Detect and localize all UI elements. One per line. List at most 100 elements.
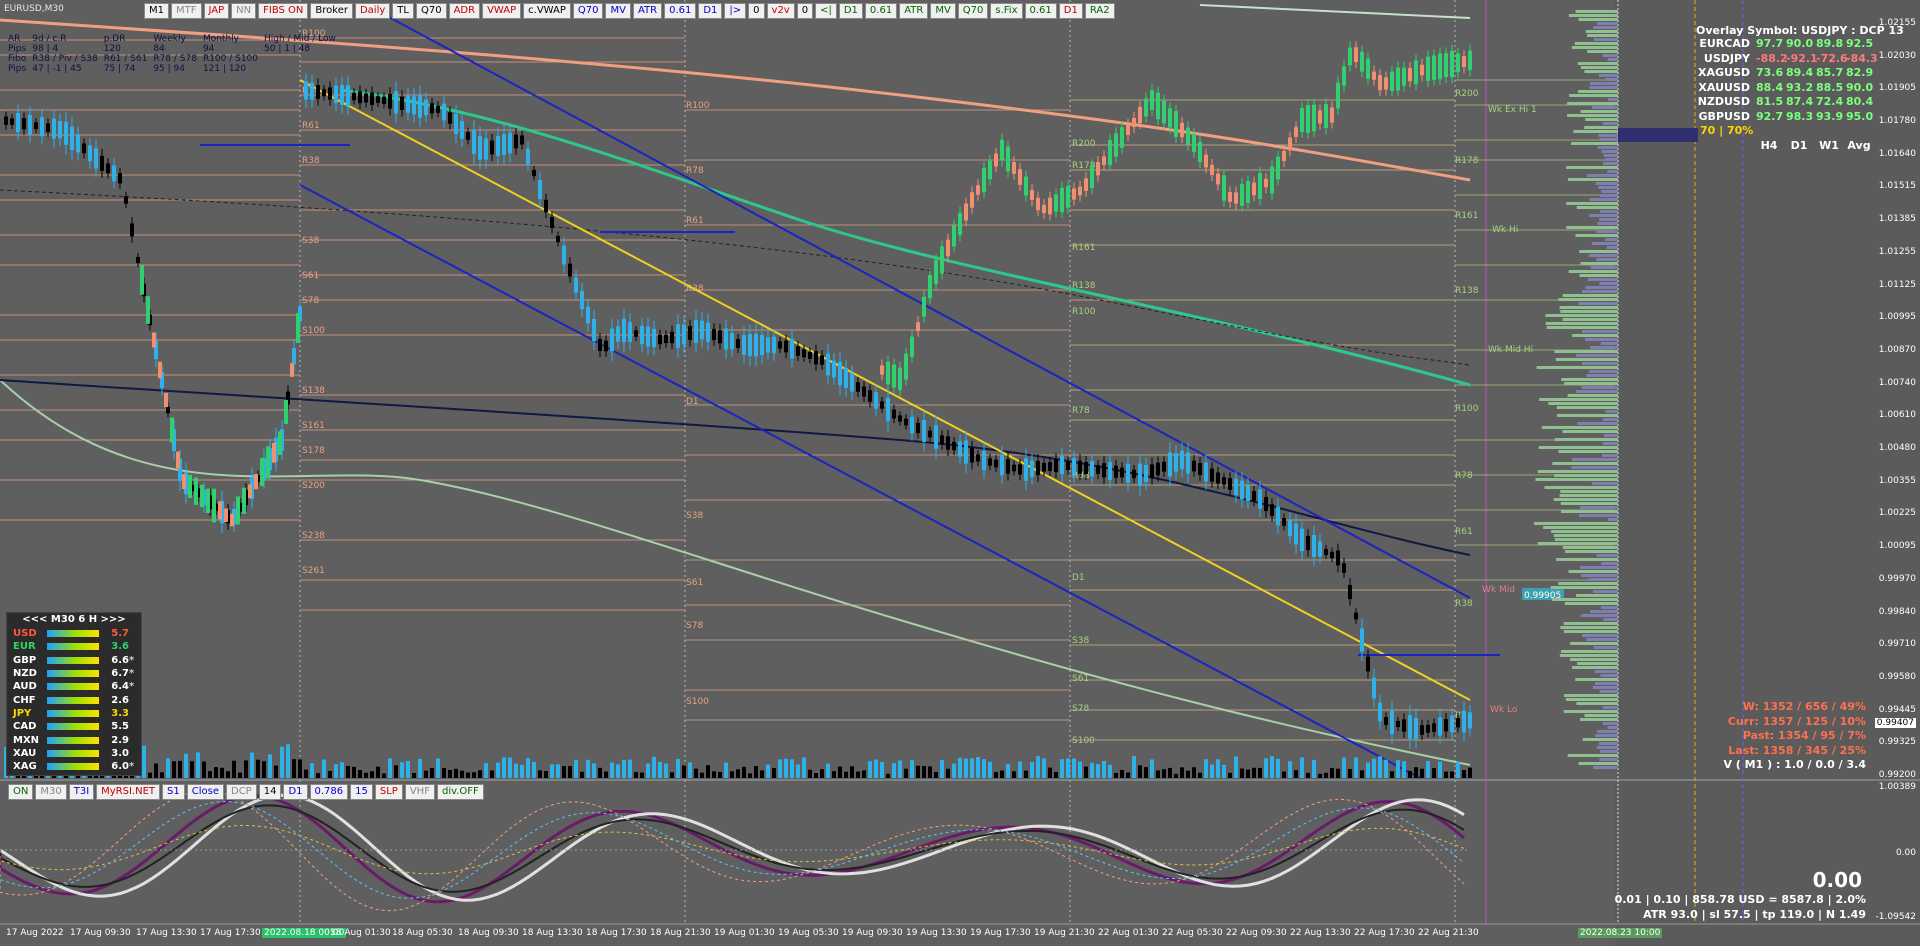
candle-body — [382, 96, 386, 104]
volume-bar — [568, 766, 572, 778]
position-line: 0.01 | 0.10 | 858.78 USD = 8587.8 | 2.0% — [1614, 893, 1866, 906]
candle-body — [430, 103, 434, 114]
toolbar-button-9[interactable]: ADR — [448, 3, 481, 19]
overlay-body — [260, 457, 264, 487]
volume-bar — [904, 768, 908, 778]
toolbar-button-25[interactable]: MV — [930, 3, 956, 19]
strength-bar — [47, 670, 99, 678]
toolbar-button-22[interactable]: D1 — [838, 3, 863, 19]
overlay-value: 95.0 — [1846, 109, 1874, 123]
candle-body — [922, 420, 926, 442]
osc-button-12[interactable]: VHF — [404, 784, 435, 800]
osc-button-9[interactable]: 0.786 — [309, 784, 349, 800]
volume-bar — [352, 766, 356, 778]
candle-body — [670, 331, 674, 344]
osc-button-2[interactable]: T3I — [68, 784, 95, 800]
osc-button-6[interactable]: DCP — [226, 784, 257, 800]
osc-button-0[interactable]: ON — [8, 784, 34, 800]
toolbar-button-24[interactable]: ATR — [899, 3, 929, 19]
candle-body — [1126, 463, 1130, 483]
toolbar-button-1[interactable]: MTF — [171, 3, 202, 19]
toolbar-button-23[interactable]: 0.61 — [864, 3, 898, 19]
toolbar-button-6[interactable]: Daily — [354, 3, 391, 19]
osc-button-3[interactable]: MyRSI.NET — [96, 784, 161, 800]
osc-button-1[interactable]: M30 — [35, 784, 67, 800]
overlay-body — [278, 431, 282, 456]
overlay-body — [1354, 47, 1358, 63]
toolbar-button-14[interactable]: ATR — [632, 3, 663, 19]
overlay-value: 97.7 — [1756, 37, 1784, 50]
volume-profile — [1590, 266, 1618, 269]
overlay-body — [1384, 77, 1388, 90]
candle-body — [826, 353, 830, 376]
overlay-value: 88.4 — [1756, 80, 1784, 94]
candle-body — [1240, 480, 1244, 500]
volume-bar — [586, 759, 590, 778]
volume-profile — [1597, 222, 1618, 225]
toolbar-button-28[interactable]: 0.61 — [1024, 3, 1057, 19]
volume-bar — [1264, 758, 1268, 778]
overlay-body — [928, 275, 932, 299]
toolbar-button-3[interactable]: NN — [231, 3, 257, 19]
candle-body — [682, 324, 686, 345]
volume-bar — [1180, 767, 1184, 778]
osc-button-4[interactable]: S1 — [162, 784, 185, 800]
toolbar-button-12[interactable]: Q70 — [572, 3, 604, 19]
price-tick: 0.99710 — [1878, 639, 1916, 650]
level-label: R200 — [1072, 139, 1096, 149]
toolbar-button-0[interactable]: M1 — [144, 3, 169, 19]
toolbar-button-19[interactable]: v2v — [766, 3, 795, 19]
toolbar-button-8[interactable]: Q70 — [415, 3, 447, 19]
candle-body — [514, 134, 518, 149]
toolbar-button-20[interactable]: 0 — [796, 3, 814, 19]
overlay-body — [236, 496, 240, 525]
toolbar-button-4[interactable]: FIBS ON — [258, 3, 309, 19]
volume-profile — [1580, 614, 1618, 617]
volume-profile — [1605, 238, 1618, 241]
volume-bar — [1318, 773, 1322, 778]
volume-bar — [334, 764, 338, 778]
volume-bar — [1246, 769, 1250, 778]
osc-button-5[interactable]: Close — [186, 784, 224, 800]
volume-profile — [1602, 122, 1618, 125]
toolbar-button-26[interactable]: Q70 — [957, 3, 989, 19]
toolbar-button-27[interactable]: s.Fix — [990, 3, 1023, 19]
volume-profile — [1577, 62, 1618, 65]
toolbar-button-16[interactable]: D1 — [698, 3, 723, 19]
toolbar-button-10[interactable]: VWAP — [482, 3, 522, 19]
osc-button-8[interactable]: D1 — [283, 784, 308, 800]
volume-profile — [1598, 134, 1618, 137]
candle-body — [772, 336, 776, 354]
toolbar-button-13[interactable]: MV — [605, 3, 631, 19]
volume-profile — [1554, 538, 1618, 541]
toolbar-button-30[interactable]: RA2 — [1084, 3, 1115, 19]
volume-bar — [826, 763, 830, 778]
osc-button-11[interactable]: SLP — [374, 784, 403, 800]
candle-body — [640, 325, 644, 345]
candle-body — [1132, 469, 1136, 479]
toolbar-button-2[interactable]: JAP — [203, 3, 230, 19]
toolbar-button-15[interactable]: 0.61 — [664, 3, 697, 19]
toolbar-button-17[interactable]: |> — [724, 3, 747, 19]
toolbar-button-29[interactable]: D1 — [1058, 3, 1083, 19]
toolbar-button-5[interactable]: Broker — [310, 3, 353, 19]
volume-bar — [346, 765, 350, 778]
toolbar-button-7[interactable]: TL — [392, 3, 414, 19]
candle-body — [934, 425, 938, 449]
toolbar-button-21[interactable]: <| — [815, 3, 837, 19]
strength-header[interactable]: <<< M30 6 H >>> — [7, 613, 141, 627]
volume-bar — [1342, 757, 1346, 778]
toolbar-button-18[interactable]: 0 — [748, 3, 765, 19]
osc-button-13[interactable]: div.OFF — [436, 784, 484, 800]
candle-body — [304, 81, 308, 100]
toolbar-button-11[interactable]: c.VWAP — [523, 3, 571, 19]
volume-bar — [328, 770, 332, 778]
volume-profile — [1570, 642, 1618, 645]
time-tick: 19 Aug 21:30 — [1034, 928, 1095, 938]
candle-body — [10, 118, 14, 125]
volume-bar — [1450, 771, 1454, 778]
price-chart[interactable]: R100R78R61R38S38S61S78S100S138S161S178S2… — [0, 0, 1920, 946]
candle-body — [646, 326, 650, 347]
osc-button-10[interactable]: 15 — [350, 784, 373, 800]
osc-button-7[interactable]: 14 — [258, 784, 282, 800]
